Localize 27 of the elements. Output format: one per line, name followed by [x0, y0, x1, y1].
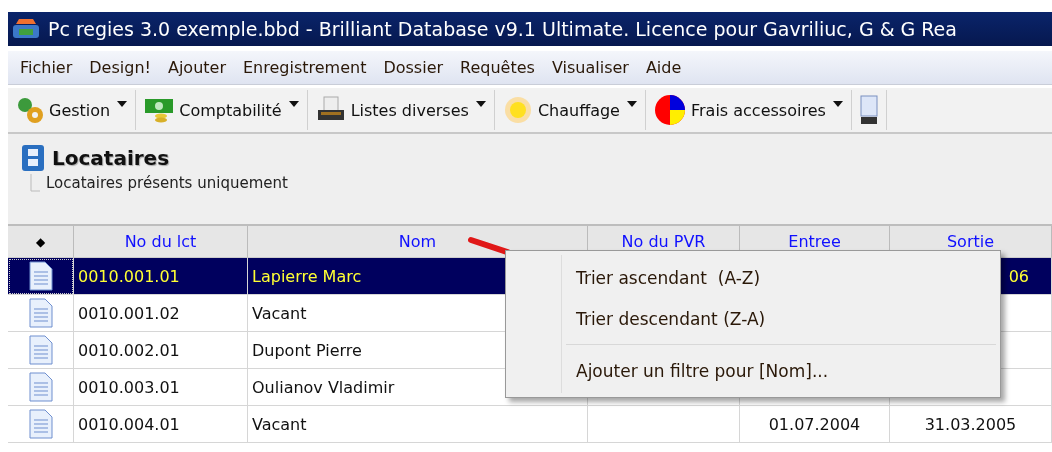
table-cell: 01.07.2004: [740, 406, 890, 443]
toolbar-button[interactable]: Frais accessoires: [645, 90, 852, 130]
toolbar-button[interactable]: Gestion: [8, 90, 137, 130]
view-title: Locataires: [52, 146, 170, 170]
toolbar-button[interactable]: Listes diverses: [307, 90, 495, 130]
toolbar-button[interactable]: Comptabilité: [136, 90, 308, 130]
table-cell: 0010.001.01: [74, 258, 248, 295]
menu-item[interactable]: Ajouter: [161, 58, 237, 77]
menu-item[interactable]: Enregistrement: [236, 58, 378, 77]
menu-item[interactable]: Requêtes: [454, 58, 546, 77]
menu-item[interactable]: Dossier: [377, 58, 455, 77]
column-header[interactable]: Nom: [248, 226, 588, 258]
menu-item[interactable]: Visualiser: [545, 58, 640, 77]
table-cell: 0010.002.01: [74, 332, 248, 369]
table-cell: 31.03.2005: [890, 406, 1052, 443]
filter-label: Locataires présents uniquement: [46, 174, 288, 192]
menu-item[interactable]: Design!: [83, 58, 162, 77]
menu-item[interactable]: Fichier: [14, 58, 84, 77]
window-title: Pc regies 3.0 exemple.bbd - Brilliant Database v9.1 Ultimate. Licence pour Gavriliuc, G & G Rea: [48, 18, 957, 40]
column-header[interactable]: No du lct: [74, 226, 248, 258]
menu-item[interactable]: Aide: [639, 58, 693, 77]
row-marker-header: ◆: [8, 226, 74, 258]
table-cell: 0010.001.02: [74, 295, 248, 332]
table-cell: 0010.003.01: [74, 369, 248, 406]
table-cell: Vacant: [248, 406, 588, 443]
toolbar-button[interactable]: Chauffage: [494, 90, 646, 130]
table-cell: 0010.004.01: [74, 406, 248, 443]
